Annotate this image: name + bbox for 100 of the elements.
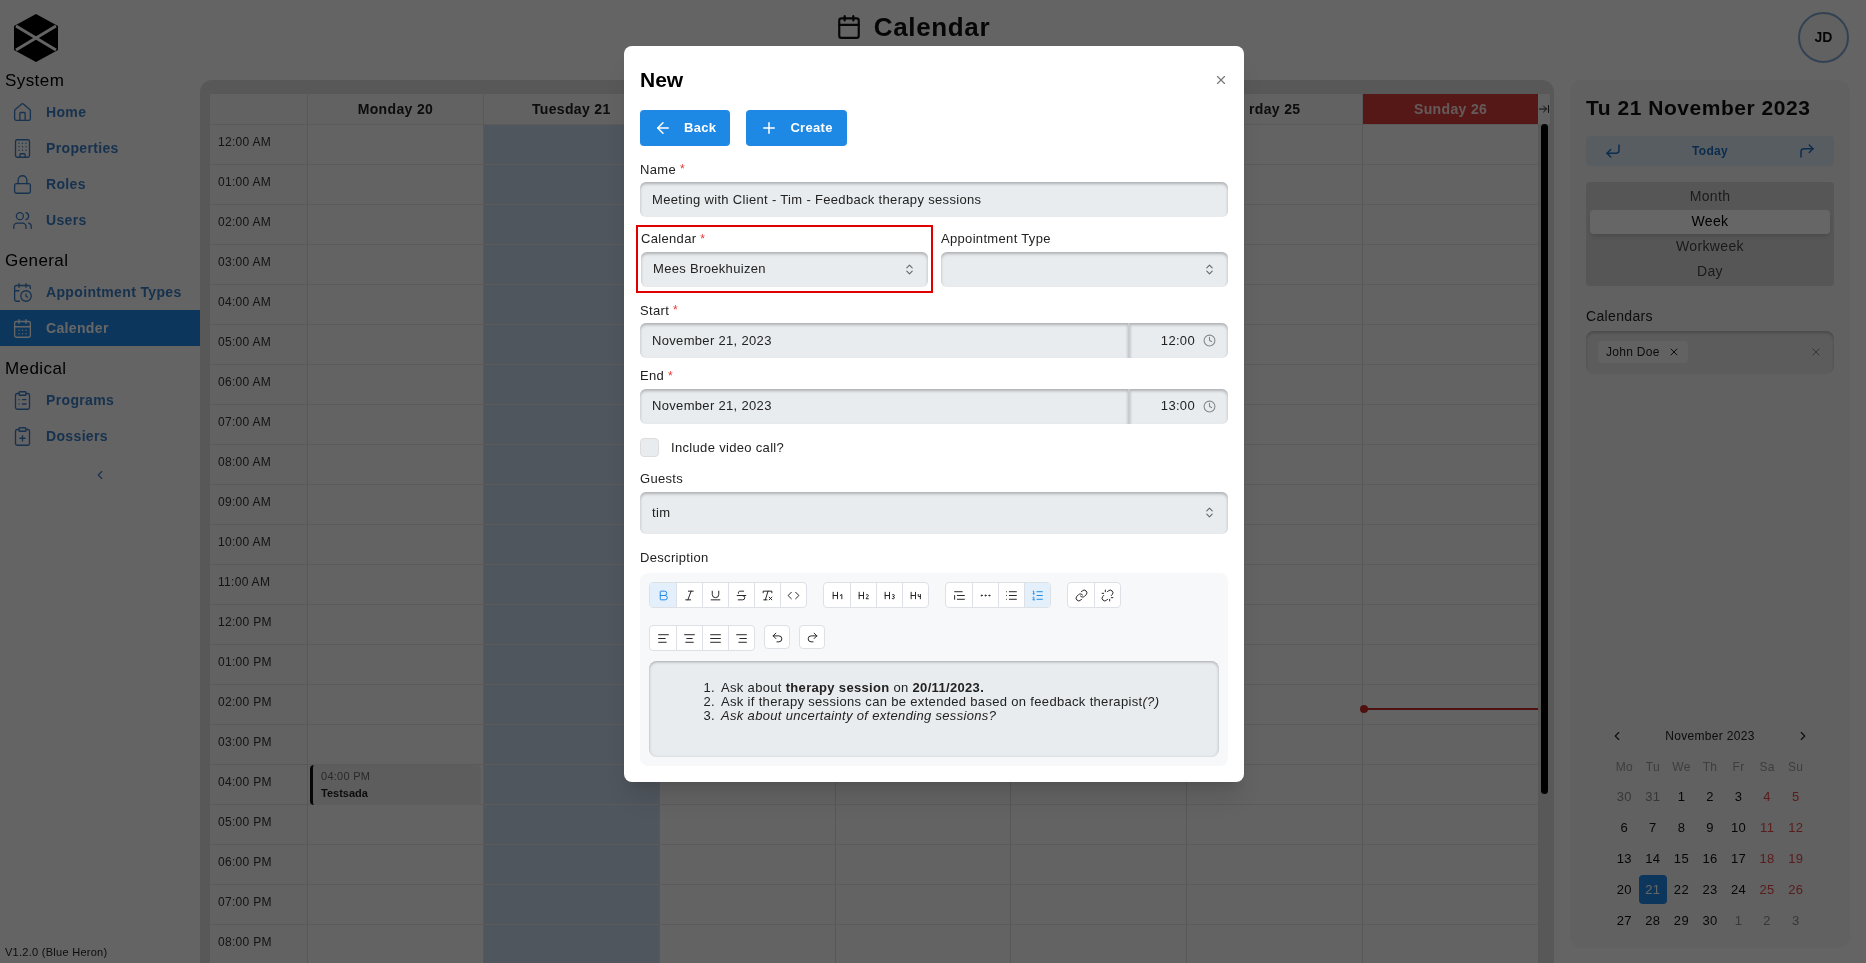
day-cell[interactable]: 12: [1781, 813, 1810, 842]
day-cell[interactable]: 20: [1610, 875, 1639, 904]
day-cell[interactable]: 7: [1638, 813, 1668, 842]
list-item-text: Ask about uncertainty of extending sessions?: [721, 709, 997, 723]
clock-icon: [1203, 399, 1216, 413]
day-cell[interactable]: 28: [1638, 906, 1668, 935]
day-cell[interactable]: 17: [1724, 844, 1753, 873]
list-item-text: Ask about therapy session on 20/11/2023.: [721, 681, 985, 695]
day-cell[interactable]: 21: [1638, 875, 1668, 904]
required-mark: *: [668, 367, 674, 385]
hour-label: 02:00 AM: [218, 215, 272, 229]
video-call-checkbox[interactable]: [640, 437, 659, 457]
view-option[interactable]: Workweek: [1590, 234, 1830, 259]
required-mark: *: [673, 302, 679, 320]
day-cell[interactable]: 24: [1724, 875, 1753, 904]
description-editor[interactable]: 1. Ask about therapy session on 20/11/2023. 2. Ask if therapy sessions can be extended based on feedback therapist(?) 3. Ask about uncertainty of extending sessions?: [649, 661, 1219, 757]
expand-icon[interactable]: [1538, 103, 1550, 115]
day-cell[interactable]: 16: [1695, 844, 1725, 873]
nav-item[interactable]: Appointment Types: [0, 274, 200, 310]
version-text: V1.2.0 (Blue Heron): [5, 944, 108, 960]
hour-label: 05:00 PM: [218, 815, 272, 829]
user-avatar[interactable]: JD: [1798, 12, 1849, 63]
nav-item[interactable]: Calender: [0, 310, 200, 346]
day-cell[interactable]: 9: [1695, 813, 1725, 842]
day-cell[interactable]: 19: [1781, 844, 1810, 873]
bullet-list-icon: [1005, 588, 1018, 602]
list-number: 3.: [702, 709, 715, 723]
name-field[interactable]: Meeting with Client - Tim - Feedback therapy sessions: [640, 182, 1228, 217]
view-option[interactable]: Month: [1590, 184, 1830, 209]
redo-icon: [805, 630, 819, 644]
field-label: End: [640, 367, 665, 385]
day-cell[interactable]: 30: [1695, 906, 1725, 935]
hour-label: 12:00 AM: [218, 135, 272, 149]
day-cell[interactable]: 11: [1752, 813, 1782, 842]
logo-icon: [14, 14, 58, 62]
date-field[interactable]: November 21, 2023: [640, 323, 1130, 358]
nav-item[interactable]: Programs: [0, 382, 200, 418]
day-cell[interactable]: 13: [1610, 844, 1639, 873]
month-title: November 2023: [1665, 728, 1755, 745]
align-center-icon: [683, 631, 696, 645]
date-field[interactable]: November 21, 2023: [640, 388, 1130, 424]
day-cell[interactable]: 6: [1610, 813, 1639, 842]
day-cell[interactable]: 15: [1667, 844, 1696, 873]
field-label: Appointment Type: [941, 230, 1051, 248]
calendar-chip[interactable]: John Doe: [1598, 341, 1688, 363]
calendar-select[interactable]: Mees Broekhuizen: [641, 251, 928, 287]
view-option[interactable]: Week: [1590, 209, 1830, 234]
day-cell[interactable]: 25: [1752, 875, 1782, 904]
day-cell[interactable]: 10: [1724, 813, 1753, 842]
hour-label: 12:00 PM: [218, 615, 272, 629]
date-title: Tu 21 November 2023: [1586, 95, 1812, 121]
time-field[interactable]: 12:00: [1130, 323, 1228, 358]
nav-item[interactable]: Users: [0, 202, 200, 238]
day-cell[interactable]: 18: [1752, 844, 1782, 873]
day-cell[interactable]: 3: [1724, 782, 1753, 811]
scrollbar[interactable]: [1540, 124, 1548, 794]
list-item-text: Ask if therapy sessions can be extended based on feedback therapist(?): [721, 695, 1160, 709]
hour-label: 09:00 AM: [218, 495, 272, 509]
day-cell[interactable]: 27: [1610, 906, 1639, 935]
nav-item[interactable]: Home: [0, 94, 200, 130]
undo-tool[interactable]: [764, 625, 790, 649]
day-cell[interactable]: 8: [1667, 813, 1696, 842]
calendars-field[interactable]: John Doe: [1586, 330, 1834, 374]
create-button[interactable]: Create: [746, 109, 847, 146]
clear-format-icon: [761, 588, 774, 602]
nav-item[interactable]: Roles: [0, 166, 200, 202]
today-button[interactable]: Today: [1692, 141, 1728, 160]
day-cell[interactable]: 29: [1667, 906, 1696, 935]
list-number: 2.: [702, 695, 715, 709]
day-cell[interactable]: 14: [1638, 844, 1668, 873]
updown-icon: [1203, 262, 1216, 276]
day-cell[interactable]: 1: [1667, 782, 1696, 811]
day-cell[interactable]: 26: [1781, 875, 1810, 904]
users-icon: [12, 209, 33, 231]
calendar-icon: [12, 317, 33, 339]
calendar-icon: [835, 14, 862, 40]
back-button[interactable]: Back: [640, 109, 731, 146]
nav-item[interactable]: Dossiers: [0, 418, 200, 454]
field-label: Guests: [640, 470, 684, 488]
event-title: Testsada: [321, 785, 369, 801]
section-title: System: [4, 70, 66, 92]
nav-item[interactable]: Properties: [0, 130, 200, 166]
day-cell[interactable]: 22: [1667, 875, 1696, 904]
lock-icon: [12, 173, 33, 195]
guests-select[interactable]: tim: [640, 491, 1228, 534]
day-cell[interactable]: 23: [1695, 875, 1725, 904]
hour-label: 08:00 AM: [218, 455, 272, 469]
hour-label: 03:00 PM: [218, 735, 272, 749]
redo-tool[interactable]: [799, 625, 825, 649]
hour-label: 05:00 AM: [218, 335, 272, 349]
underline-icon: [709, 588, 722, 602]
time-field[interactable]: 13:00: [1130, 388, 1228, 424]
hour-label: 02:00 PM: [218, 695, 272, 709]
view-option[interactable]: Day: [1590, 259, 1830, 284]
hour-label: 06:00 AM: [218, 375, 272, 389]
italic-icon: [683, 588, 696, 602]
day-cell[interactable]: 2: [1695, 782, 1725, 811]
day-cell[interactable]: 5: [1781, 782, 1810, 811]
day-cell[interactable]: 4: [1752, 782, 1782, 811]
hour-label: 01:00 AM: [218, 175, 272, 189]
